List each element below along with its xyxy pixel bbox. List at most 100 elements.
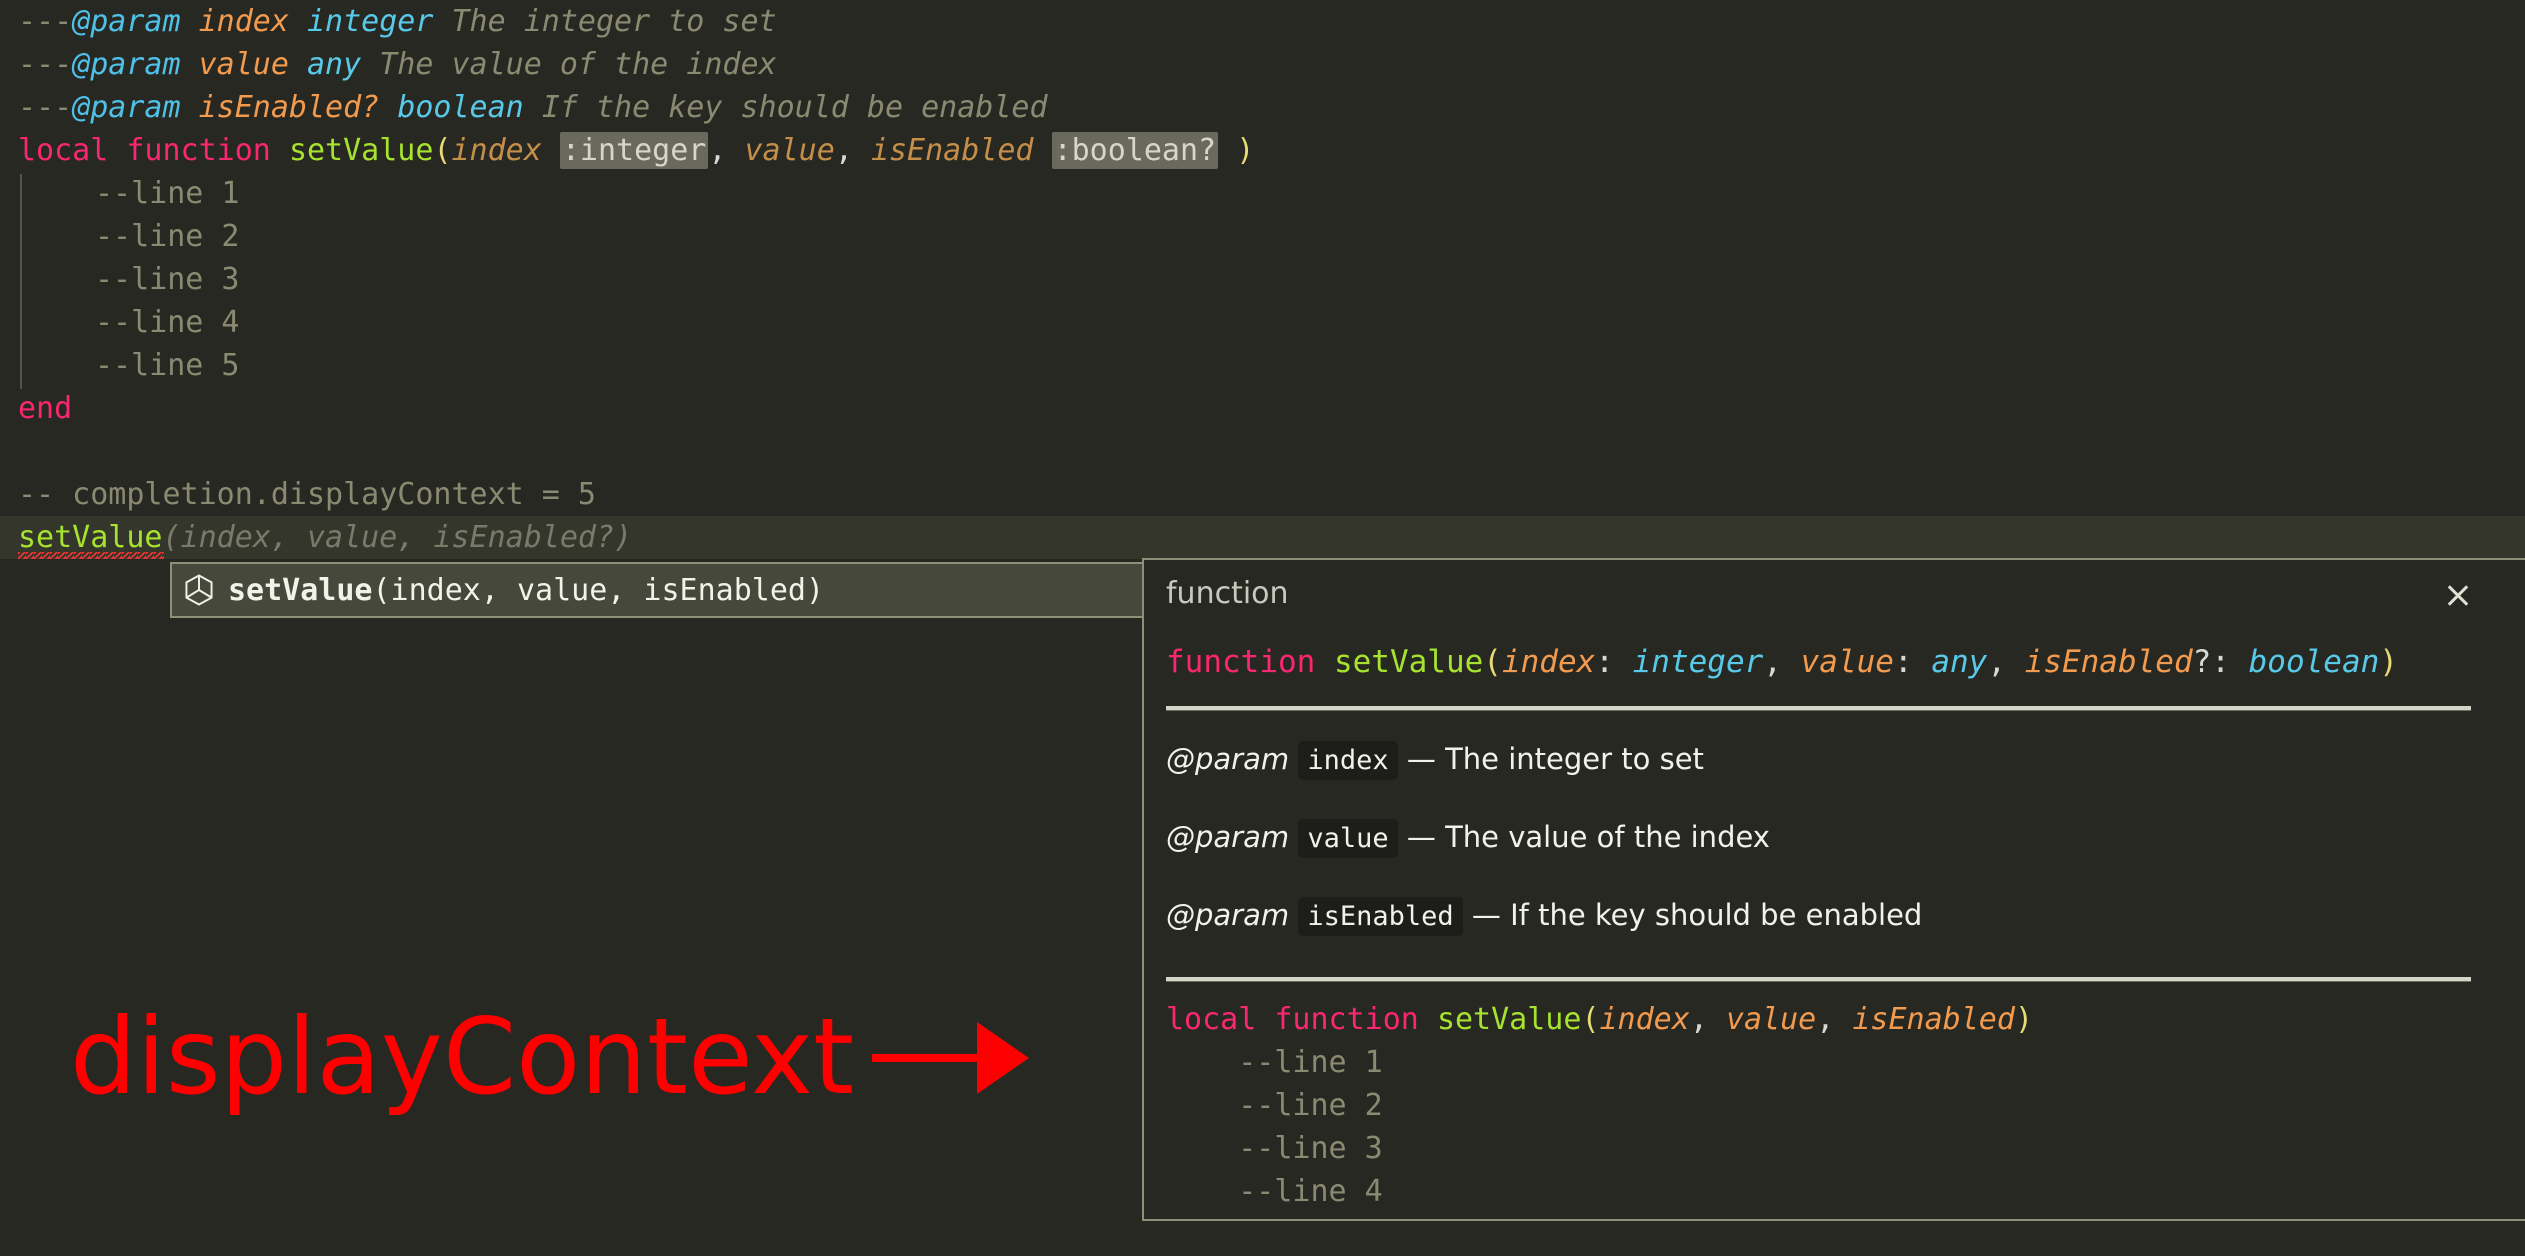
code-line-body-3: --line 3 (95, 258, 240, 301)
doc-param-type: any (307, 47, 361, 82)
sig-open-paren: ( (1483, 644, 1502, 680)
doc-param-name: index (199, 4, 289, 39)
param-name: value (1298, 819, 1397, 858)
annotation-text: displayContext (70, 1000, 854, 1115)
popup-kind-label: function (1166, 574, 2491, 614)
code-comma: , (1816, 1002, 1834, 1037)
sig-keyword-function: function (1166, 644, 1315, 680)
call-function-name: setValue (18, 520, 163, 555)
code-param-isenabled: isEnabled (1852, 1002, 2015, 1037)
code-body-line-4: --line 4 (1166, 1174, 1383, 1209)
inlay-hint-isenabled-type[interactable]: :boolean? (1052, 132, 1219, 169)
cube-icon (184, 574, 214, 606)
code-line-doc-param-isenabled: ---@param isEnabled? boolean If the key … (18, 86, 1048, 129)
doc-param-desc: The integer to set (452, 4, 777, 39)
doc-param-name: value (199, 47, 289, 82)
code-body-line-2: --line 2 (1166, 1088, 1383, 1123)
sig-comma: , (1763, 644, 1782, 680)
sig-close-paren: ) (2379, 644, 2398, 680)
sig-type-integer: integer (1633, 644, 1764, 680)
param-tag: @param (1166, 820, 1289, 854)
popup-param-row: @param value — The value of the index (1166, 799, 2491, 877)
code-line-doc-param-value: ---@param value any The value of the ind… (18, 43, 777, 86)
popup-params-list: @param index — The integer to set @param… (1166, 721, 2491, 955)
param-value: value (745, 133, 835, 168)
popup-code-block: local function setValue(index, value, is… (1166, 998, 2491, 1213)
code-param-index: index (1600, 1002, 1690, 1037)
sig-function-name: setValue (1334, 644, 1483, 680)
code-line-function-signature: local function setValue(index :integer, … (18, 129, 1254, 172)
param-isenabled: isEnabled (871, 133, 1034, 168)
code-line-doc-param-index: ---@param index integer The integer to s… (18, 0, 777, 43)
param-index: index (452, 133, 542, 168)
param-dash: — (1407, 820, 1436, 854)
doc-tag: @param (72, 4, 180, 39)
code-line-body-2: --line 2 (95, 215, 240, 258)
code-line-body-1: --line 1 (95, 172, 240, 215)
sig-colon: : (1595, 644, 1614, 680)
doc-param-type: integer (307, 4, 433, 39)
doc-param-desc: If the key should be enabled (542, 90, 1048, 125)
param-name: index (1298, 741, 1397, 780)
code-open-paren: ( (1581, 1002, 1599, 1037)
sig-colon: : (1894, 644, 1913, 680)
error-squiggle (18, 552, 164, 559)
code-param-value: value (1726, 1002, 1816, 1037)
documentation-popup[interactable]: function function setValue(index: intege… (1142, 558, 2525, 1221)
red-annotation: displayContext (70, 1000, 1027, 1115)
popup-param-row: @param index — The integer to set (1166, 721, 2491, 799)
sig-type-any: any (1931, 644, 1987, 680)
completion-list-item[interactable]: setValue(index, value, isEnabled) (170, 562, 1150, 618)
completion-item-args: (index, value, isEnabled) (373, 573, 825, 608)
code-function-name: setValue (1437, 1002, 1582, 1037)
comma: , (835, 133, 853, 168)
sig-type-boolean: boolean (2249, 644, 2380, 680)
sig-optional-colon: ?: (2193, 644, 2230, 680)
code-line-body-4: --line 4 (95, 301, 240, 344)
comment-dashes: --- (18, 47, 72, 82)
sig-param-value: value (1801, 644, 1894, 680)
completion-item-name: setValue (228, 573, 373, 608)
param-dash: — (1472, 898, 1501, 932)
close-icon[interactable] (2443, 580, 2473, 610)
code-close-paren: ) (2015, 1002, 2033, 1037)
indent-guide (20, 174, 22, 389)
code-line-end: end (18, 387, 72, 430)
param-desc: If the key should be enabled (1510, 898, 1922, 932)
comment-dashes: --- (18, 4, 72, 39)
param-name: isEnabled (1298, 897, 1462, 936)
param-tag: @param (1166, 742, 1289, 776)
param-desc: The value of the index (1445, 820, 1770, 854)
doc-param-type: boolean (397, 90, 523, 125)
doc-param-name: isEnabled? (199, 90, 380, 125)
sig-param-isenabled: isEnabled (2025, 644, 2193, 680)
code-keyword-function: function (1274, 1002, 1419, 1037)
param-tag: @param (1166, 898, 1289, 932)
keyword-local: local (18, 133, 108, 168)
param-dash: — (1407, 742, 1436, 776)
sig-param-index: index (1502, 644, 1595, 680)
doc-param-desc: The value of the index (379, 47, 776, 82)
param-desc: The integer to set (1445, 742, 1704, 776)
popup-signature: function setValue(index: integer, value:… (1166, 640, 2491, 684)
open-paren: ( (433, 133, 451, 168)
code-body-line-3: --line 3 (1166, 1131, 1383, 1166)
code-line-body-5: --line 5 (95, 344, 240, 387)
function-name: setValue (289, 133, 434, 168)
doc-tag: @param (72, 90, 180, 125)
ghost-args: (index, value, isEnabled?) (163, 520, 633, 555)
inlay-hint-index-type[interactable]: :integer (560, 132, 709, 169)
popup-divider-top (1166, 706, 2471, 711)
doc-tag: @param (72, 47, 180, 82)
comment-dashes: --- (18, 90, 72, 125)
code-keyword-local: local (1166, 1002, 1256, 1037)
code-body-line-1: --line 1 (1166, 1045, 1383, 1080)
comma: , (708, 133, 726, 168)
code-line-comment-note: -- completion.displayContext = 5 (18, 473, 596, 516)
completion-item-label: setValue(index, value, isEnabled) (228, 573, 824, 608)
popup-param-row: @param isEnabled — If the key should be … (1166, 877, 2491, 955)
keyword-function: function (126, 133, 271, 168)
arrow-right-icon (872, 1053, 1027, 1063)
sig-comma: , (1987, 644, 2006, 680)
close-paren: ) (1236, 133, 1254, 168)
